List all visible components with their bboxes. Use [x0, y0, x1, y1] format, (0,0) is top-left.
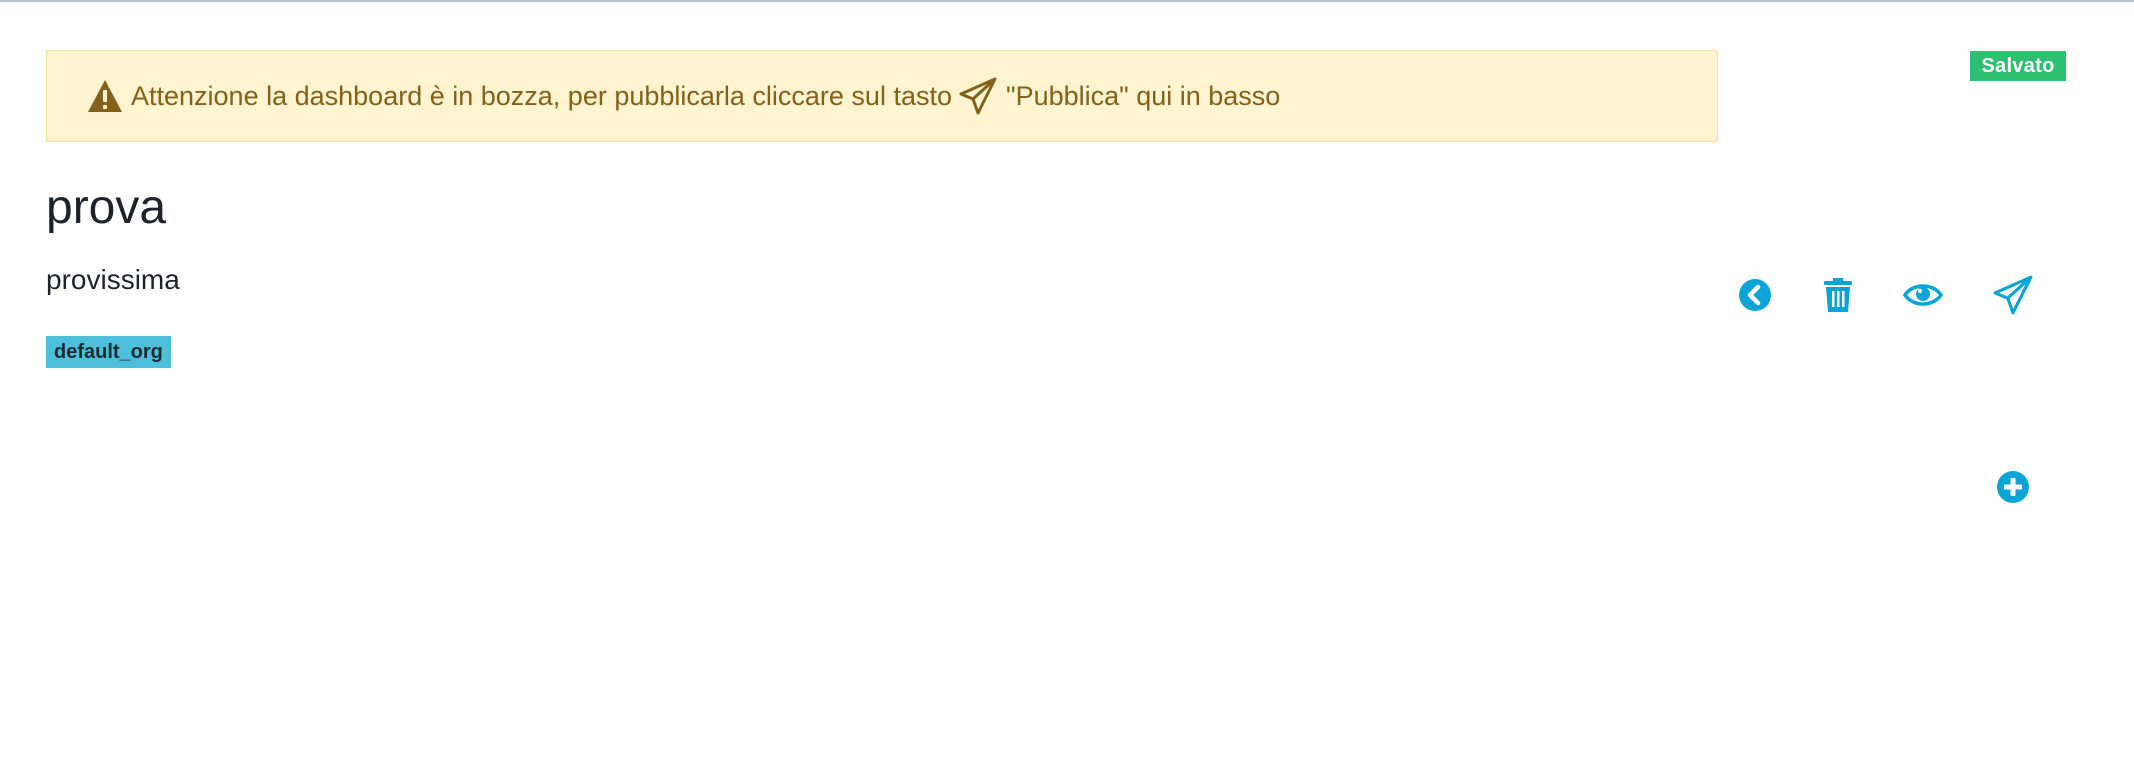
draft-alert: Attenzione la dashboard è in bozza, per … [46, 50, 1718, 142]
dashboard-description: provissima [46, 264, 180, 295]
top-border [0, 0, 2134, 2]
paper-plane-icon [1992, 274, 2034, 316]
back-button[interactable] [1729, 269, 1781, 321]
saved-status-badge: Salvato [1970, 51, 2066, 81]
preview-button[interactable] [1897, 269, 1949, 321]
add-widget-button[interactable] [1987, 461, 2039, 513]
chevron-left-circle-icon [1738, 278, 1772, 312]
publish-button[interactable] [1987, 269, 2039, 321]
alert-text-before: Attenzione la dashboard è in bozza, per … [131, 80, 952, 111]
delete-button[interactable] [1812, 269, 1864, 321]
exclamation-triangle-icon [87, 79, 123, 113]
organization-tag: default_org [46, 336, 171, 368]
dashboard-title: prova [46, 181, 167, 234]
trash-icon [1823, 277, 1853, 313]
paper-plane-icon [958, 76, 998, 116]
alert-text-after: "Pubblica" qui in basso [1005, 80, 1281, 111]
plus-circle-icon [1996, 470, 2030, 504]
eye-icon [1903, 281, 1943, 309]
